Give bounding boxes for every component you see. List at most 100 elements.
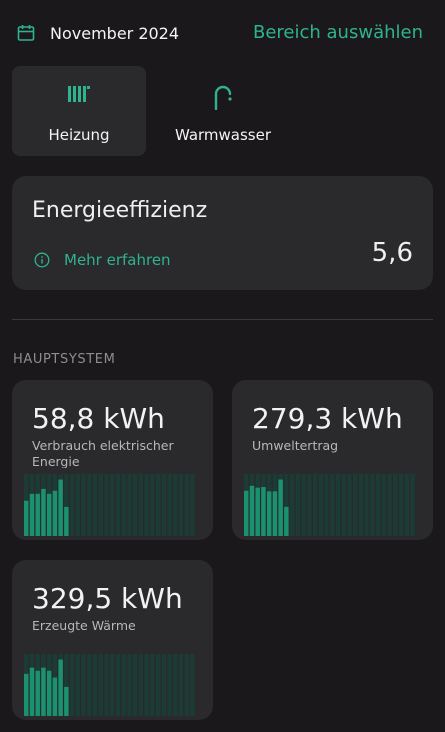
bar-7 (58, 479, 63, 536)
bar-track (381, 474, 387, 536)
bar-track (98, 474, 103, 536)
bar-8 (284, 506, 289, 536)
bar-track (75, 474, 81, 536)
bar-track (132, 474, 138, 536)
bar-track (138, 474, 144, 536)
bar-6 (52, 490, 58, 536)
bar-4 (41, 667, 46, 716)
bar-track (98, 654, 103, 716)
bar-track (330, 474, 335, 536)
bar-5 (46, 670, 52, 716)
bar-1 (24, 673, 29, 716)
bar-track (190, 474, 195, 536)
bar-1 (24, 500, 29, 536)
bar-track (110, 654, 115, 716)
calendar-icon[interactable] (17, 24, 35, 42)
bar-3 (35, 670, 40, 716)
bar-track (393, 474, 398, 536)
bar-track (167, 474, 172, 536)
bar-track (155, 654, 161, 716)
bar-track (87, 474, 92, 536)
efficiency-title: Energieeffizienz (32, 198, 208, 223)
bar-track (352, 474, 358, 536)
section-heading: HAUPTSYSTEM (13, 352, 116, 367)
bar-track (150, 474, 155, 536)
bar-track (178, 654, 184, 716)
bar-track (358, 474, 364, 536)
section-divider (12, 319, 433, 320)
bar-7 (58, 659, 63, 716)
bar-track (387, 474, 392, 536)
bar-track (110, 474, 115, 536)
header-bar: November 2024 Bereich auswählen (0, 0, 445, 68)
bar-track (132, 654, 138, 716)
learn-more-link[interactable]: Mehr erfahren (34, 251, 171, 269)
bar-track (104, 654, 109, 716)
bar-track (92, 474, 98, 536)
stat-card-environment-yield[interactable]: 279,3 kWh Umweltertrag (232, 380, 433, 540)
bar-track (173, 654, 178, 716)
bar-track (121, 474, 126, 536)
bar-track (410, 474, 415, 536)
stat-value: 58,8 kWh (32, 402, 165, 435)
bar-track (104, 474, 109, 536)
tab-hot-water[interactable]: Warmwasser (156, 66, 290, 156)
stat-value: 279,3 kWh (252, 402, 403, 435)
bar-track (161, 654, 167, 716)
bar-2 (249, 485, 255, 536)
bar-2 (29, 493, 35, 536)
bar-3 (35, 493, 40, 536)
bar-track (167, 654, 172, 716)
bar-track (138, 654, 144, 716)
faucet-icon (214, 85, 232, 110)
stat-card-generated-heat[interactable]: 329,5 kWh Erzeugte Wärme (12, 560, 213, 720)
select-range-link[interactable]: Bereich auswählen (253, 22, 423, 43)
bar-5 (266, 491, 272, 536)
month-label[interactable]: November 2024 (50, 24, 179, 43)
bar-track (404, 474, 409, 536)
stat-label: Erzeugte Wärme (32, 618, 136, 633)
bar-track (341, 474, 346, 536)
stat-label: Umweltertrag (252, 438, 339, 453)
info-icon (34, 252, 50, 268)
bar-track (335, 474, 341, 536)
mini-bar-chart (24, 474, 195, 536)
stat-value: 329,5 kWh (32, 582, 183, 615)
bar-track (87, 654, 92, 716)
stat-label: Verbrauch elektrischer Energie (32, 438, 174, 468)
tab-heating[interactable]: Heizung (12, 66, 146, 156)
tab-hot-water-label: Warmwasser (174, 126, 272, 144)
bar-track (364, 474, 369, 536)
stat-card-electric-energy[interactable]: 58,8 kWh Verbrauch elektrischer Energie (12, 380, 213, 540)
bar-track (127, 474, 132, 536)
bar-track (92, 654, 98, 716)
bar-track (144, 654, 149, 716)
bar-track (307, 474, 312, 536)
bar-track (81, 474, 86, 536)
bar-track (295, 474, 301, 536)
bar-track (318, 474, 323, 536)
bar-6 (52, 677, 58, 716)
bar-2 (29, 667, 35, 716)
bar-track (115, 474, 121, 536)
bar-6 (272, 491, 278, 536)
bar-track (173, 474, 178, 536)
efficiency-card: Energieeffizienz Mehr erfahren 5,6 (12, 176, 433, 290)
bar-track (301, 474, 306, 536)
bar-track (398, 474, 404, 536)
learn-more-label: Mehr erfahren (64, 251, 171, 269)
bar-track (155, 474, 161, 536)
bar-5 (46, 493, 52, 536)
bar-3 (255, 487, 260, 536)
bar-track (69, 654, 75, 716)
bar-track (184, 474, 189, 536)
bar-8 (64, 506, 69, 536)
bar-track (190, 654, 195, 716)
mini-bar-chart (24, 654, 195, 716)
bar-track (178, 474, 184, 536)
bar-7 (278, 479, 283, 536)
bar-track (312, 474, 318, 536)
radiator-icon (68, 86, 90, 102)
bar-track (324, 474, 329, 536)
bar-track (347, 474, 352, 536)
